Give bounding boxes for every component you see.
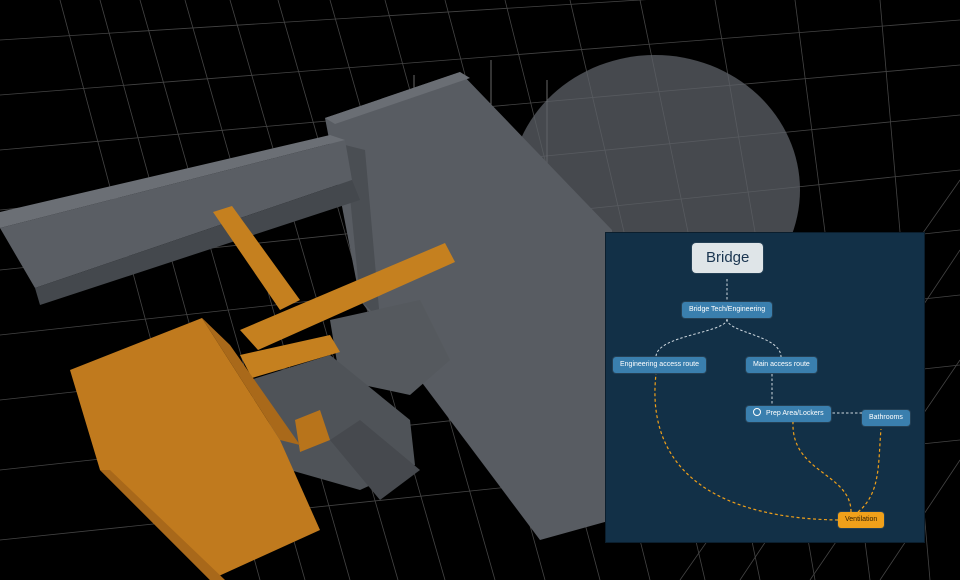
- room-connection-map: Bridge Bridge Tech/Engineering Engineeri…: [605, 232, 925, 543]
- ventilation-node[interactable]: Ventilation: [838, 512, 885, 528]
- link-vent-to-engineering: [654, 373, 839, 521]
- main-access-node[interactable]: Main access route: [746, 357, 817, 373]
- link-bridge-tech-to-engineering: [655, 318, 728, 358]
- link-vent-to-prep: [792, 421, 852, 513]
- prep-area-label: Prep Area/Lockers: [766, 410, 824, 417]
- link-bridge-tech-to-main-access: [726, 318, 782, 358]
- prep-area-node[interactable]: Prep Area/Lockers: [746, 406, 831, 422]
- ring-icon: [753, 408, 761, 416]
- ventilation-links: [654, 373, 882, 521]
- engineering-access-node[interactable]: Engineering access route: [613, 357, 706, 373]
- horizontal-beam: [0, 135, 360, 305]
- white-links: [655, 279, 862, 414]
- bathrooms-node[interactable]: Bathrooms: [862, 410, 910, 426]
- bridge-tech-node[interactable]: Bridge Tech/Engineering: [682, 302, 773, 318]
- bridge-node[interactable]: Bridge: [692, 243, 764, 273]
- link-vent-to-bathrooms: [857, 428, 882, 513]
- connection-links: [654, 279, 882, 521]
